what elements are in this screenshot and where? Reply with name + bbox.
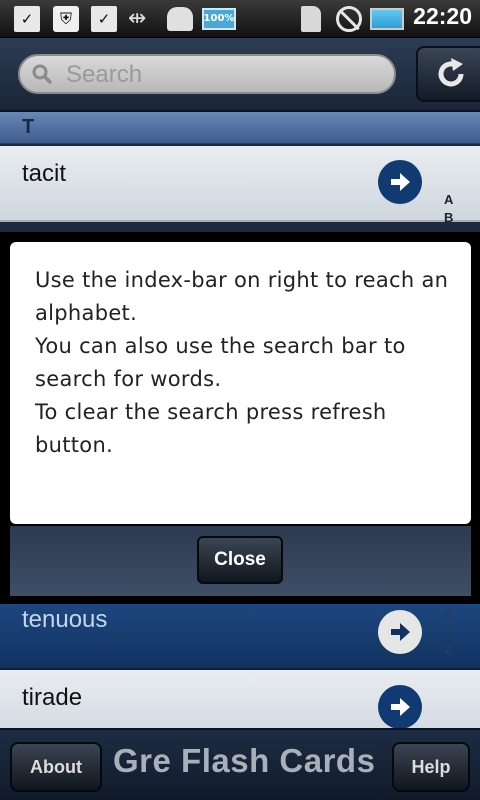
index-letter-a[interactable]: A xyxy=(444,192,453,207)
dialog-footer: Close xyxy=(10,526,471,596)
word-label: tacit xyxy=(22,160,67,187)
arrow-right-icon[interactable] xyxy=(378,685,422,729)
arrow-right-icon[interactable] xyxy=(378,610,422,654)
note-check-icon: ✓ xyxy=(91,5,117,32)
app-title: Gre Flash Cards xyxy=(113,742,376,779)
arrow-right-icon[interactable] xyxy=(378,160,422,204)
section-letter: T xyxy=(22,116,35,138)
search-icon xyxy=(32,64,52,84)
clock: 22:20 xyxy=(413,3,472,29)
search-header: Search xyxy=(0,38,480,112)
battery-percent-label: 100% xyxy=(202,7,236,30)
dialog-body: Use the index-bar on right to reach an a… xyxy=(10,242,471,524)
sim-card-icon xyxy=(301,5,321,32)
index-letter-b[interactable]: B xyxy=(444,210,453,225)
search-input[interactable]: Search xyxy=(18,54,396,94)
list-item-selected[interactable]: tenuous xyxy=(0,594,480,670)
usb-icon: ⇹ xyxy=(128,6,147,31)
word-label: tirade xyxy=(22,684,83,711)
index-letter-x[interactable]: X xyxy=(444,606,453,621)
word-label: tenuous xyxy=(22,606,108,633)
help-button[interactable]: Help xyxy=(392,742,470,792)
about-button[interactable]: About xyxy=(10,742,102,792)
dialog-line: You can also use the search bar to searc… xyxy=(35,334,406,391)
section-header: T xyxy=(0,112,480,144)
shopping-bag-icon: ⛨ xyxy=(53,5,79,32)
close-button[interactable]: Close xyxy=(197,536,283,584)
battery-100-icon: 100% xyxy=(202,5,236,32)
note-check-icon: ✓ xyxy=(14,5,40,32)
status-bar: ✓ ⛨ ✓ ⇹ 100% 22:20 xyxy=(0,0,480,38)
search-placeholder: Search xyxy=(66,61,143,88)
dialog-line: To clear the search press refresh button… xyxy=(35,400,387,457)
index-letter-y[interactable]: Y xyxy=(444,624,453,639)
battery-icon xyxy=(370,5,404,32)
android-icon xyxy=(167,5,193,32)
refresh-button[interactable] xyxy=(416,46,480,102)
dialog-line: Use the index-bar on right to reach an a… xyxy=(35,268,449,325)
refresh-icon xyxy=(438,58,464,87)
index-letter-z[interactable]: Z xyxy=(444,642,452,657)
no-entry-icon xyxy=(336,5,362,32)
help-dialog: Use the index-bar on right to reach an a… xyxy=(0,232,480,604)
dialog-message: Use the index-bar on right to reach an a… xyxy=(35,264,455,462)
list-item[interactable]: tacit xyxy=(0,146,480,222)
bottom-bar: About Gre Flash Cards Help xyxy=(0,728,480,800)
